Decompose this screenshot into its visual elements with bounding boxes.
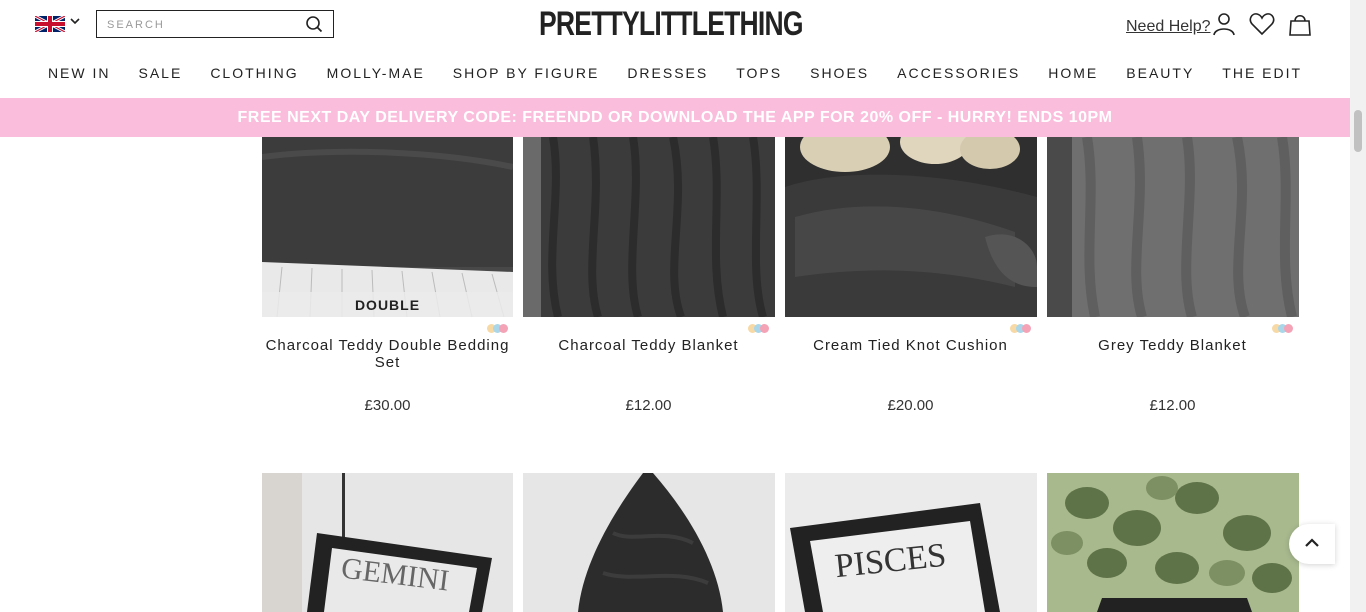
- chevron-up-icon: [1304, 535, 1320, 553]
- nav-clothing[interactable]: CLOTHING: [210, 65, 298, 81]
- product-name[interactable]: Grey Teddy Blanket: [1047, 337, 1298, 354]
- nav-accessories[interactable]: ACCESSORIES: [897, 65, 1020, 81]
- product-name[interactable]: Charcoal Teddy Blanket: [523, 337, 774, 354]
- uk-flag-icon[interactable]: [35, 16, 65, 32]
- nav-home[interactable]: HOME: [1048, 65, 1098, 81]
- product-image[interactable]: PISCES: [785, 473, 1037, 612]
- product-image[interactable]: [1047, 137, 1299, 317]
- wishlist-heart-icon[interactable]: [1249, 12, 1275, 41]
- product-image[interactable]: DOUBLE: [262, 137, 513, 317]
- product-name[interactable]: Cream Tied Knot Cushion: [785, 337, 1036, 354]
- product-image[interactable]: [523, 473, 775, 612]
- site-header: PRETTYLITTLETHING Need Help? NEW IN SALE…: [0, 0, 1350, 98]
- nav-sale[interactable]: SALE: [139, 65, 183, 81]
- nav-molly-mae[interactable]: MOLLY-MAE: [327, 65, 425, 81]
- product-name[interactable]: Charcoal Teddy Double Bedding Set: [262, 337, 513, 371]
- nav-tops[interactable]: TOPS: [736, 65, 782, 81]
- colour-swatch-icon[interactable]: [1010, 324, 1032, 334]
- product-image[interactable]: [785, 137, 1037, 317]
- account-icon[interactable]: [1212, 12, 1236, 41]
- product-image[interactable]: [1047, 473, 1299, 612]
- search-input[interactable]: [105, 15, 299, 35]
- nav-shoes[interactable]: SHOES: [810, 65, 869, 81]
- scrollbar-thumb[interactable]: [1354, 110, 1362, 152]
- promo-banner[interactable]: FREE NEXT DAY DELIVERY CODE: FREENDD OR …: [0, 98, 1350, 137]
- product-image[interactable]: GEMINI: [262, 473, 513, 612]
- product-price: £30.00: [364, 397, 411, 414]
- site-logo[interactable]: PRETTYLITTLETHING: [539, 5, 803, 44]
- product-price: £12.00: [1149, 397, 1196, 414]
- back-to-top-button[interactable]: [1289, 524, 1335, 564]
- colour-swatch-icon[interactable]: [748, 324, 770, 334]
- need-help-link[interactable]: Need Help?: [1126, 18, 1211, 36]
- colour-swatch-icon[interactable]: [487, 324, 509, 334]
- chevron-down-icon[interactable]: [70, 16, 80, 28]
- search-icon[interactable]: [305, 15, 323, 38]
- nav-the-edit[interactable]: THE EDIT: [1222, 65, 1302, 81]
- product-image[interactable]: [523, 137, 775, 317]
- product-price: £20.00: [887, 397, 934, 414]
- nav-beauty[interactable]: BEAUTY: [1126, 65, 1194, 81]
- page-scrollbar[interactable]: [1350, 0, 1366, 612]
- size-tag: DOUBLE: [262, 292, 513, 317]
- main-nav: NEW IN SALE CLOTHING MOLLY-MAE SHOP BY F…: [0, 65, 1350, 81]
- product-price: £12.00: [625, 397, 672, 414]
- nav-shop-by-figure[interactable]: SHOP BY FIGURE: [453, 65, 600, 81]
- shopping-bag-icon[interactable]: [1288, 12, 1312, 41]
- nav-dresses[interactable]: DRESSES: [627, 65, 708, 81]
- colour-swatch-icon[interactable]: [1272, 324, 1294, 334]
- nav-new-in[interactable]: NEW IN: [48, 65, 111, 81]
- search-box: [96, 10, 334, 38]
